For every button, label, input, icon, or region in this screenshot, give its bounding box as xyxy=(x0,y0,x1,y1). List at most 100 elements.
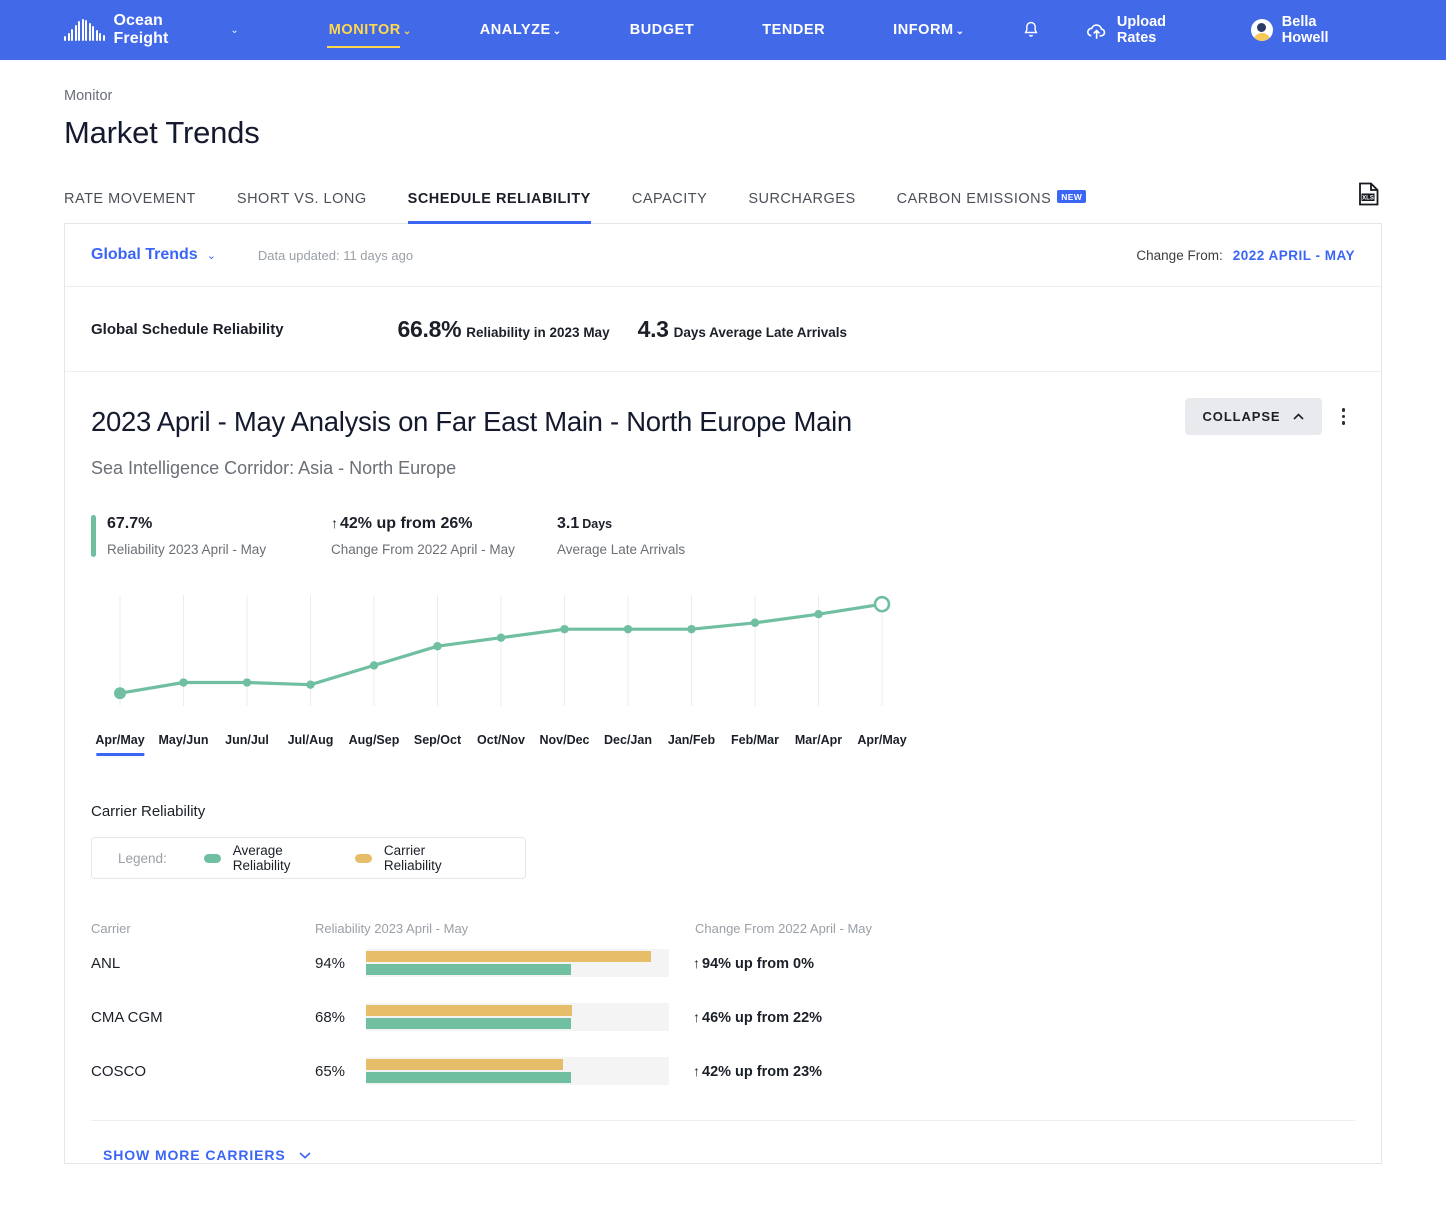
chevron-down-icon xyxy=(299,1151,311,1159)
carrier-bar-group xyxy=(366,1057,669,1085)
change-from-value[interactable]: 2022 APRIL - MAY xyxy=(1233,248,1355,263)
chevron-down-icon[interactable]: ⌄ xyxy=(207,249,216,262)
chevron-down-icon: ⌄ xyxy=(552,26,562,37)
nav-link-tender[interactable]: TENDER xyxy=(760,16,827,44)
more-options-icon[interactable] xyxy=(1332,402,1356,431)
carrier-reliability-title: Carrier Reliability xyxy=(91,803,206,820)
metric-change: ↑ 42% up from 26% Change From 2022 April … xyxy=(331,515,557,557)
nav-link-inform[interactable]: INFORM ⌄ xyxy=(891,16,966,44)
chevron-down-icon: ⌄ xyxy=(230,24,239,36)
tab-list: RATE MOVEMENT SHORT VS. LONG SCHEDULE RELI… xyxy=(64,190,1127,224)
global-late-arrivals-stat: 4.3 Days Average Late Arrivals xyxy=(638,316,847,343)
collapse-button[interactable]: COLLAPSE xyxy=(1184,398,1322,435)
nav-link-monitor[interactable]: MONITOR ⌄ xyxy=(326,16,414,48)
chevron-up-icon xyxy=(1292,413,1304,420)
carrier-reliability-bar xyxy=(366,1005,572,1016)
legend-item-carrier: Carrier Reliability xyxy=(354,843,463,873)
carrier-reliability-bar xyxy=(366,1059,563,1070)
tab-capacity[interactable]: CAPACITY xyxy=(632,191,707,223)
carrier-change-text: ↑ 42% up from 23% xyxy=(693,1062,823,1080)
page-title: Market Trends xyxy=(64,115,260,150)
carrier-reliability-pct: 94% xyxy=(315,954,346,972)
carrier-change-text: ↑ 46% up from 22% xyxy=(693,1008,823,1026)
x-axis-label[interactable]: May/Jun xyxy=(158,733,208,756)
legend-item-label: Carrier Reliability xyxy=(383,843,442,873)
x-axis-label[interactable]: Jul/Aug xyxy=(288,733,334,756)
tab-surcharges[interactable]: SURCHARGES xyxy=(748,191,855,223)
x-axis-label[interactable]: Apr/May xyxy=(95,733,144,756)
bell-icon xyxy=(1024,21,1038,37)
show-more-carriers-button[interactable]: SHOW MORE CARRIERS xyxy=(91,1120,1355,1163)
carrier-reliability-pct: 65% xyxy=(315,1062,346,1080)
upload-rates-button[interactable]: Upload Rates xyxy=(1063,14,1229,46)
column-header-carrier: Carrier xyxy=(91,921,131,936)
legend-item-average: Average Reliability xyxy=(203,843,319,873)
metric-late-caption: Average Late Arrivals xyxy=(557,542,686,557)
x-axis-label[interactable]: Apr/May xyxy=(857,733,906,756)
average-reliability-bar xyxy=(366,1018,572,1029)
show-more-carriers-label: SHOW MORE CARRIERS xyxy=(103,1147,286,1163)
x-axis-label[interactable]: Jan/Feb xyxy=(668,733,715,756)
nav-link-analyze[interactable]: ANALYZE ⌄ xyxy=(478,16,564,44)
top-navigation-bar: Ocean Freight ⌄ MONITOR ⌄ ANALYZE ⌄ BUDGET… xyxy=(0,0,1446,60)
market-trends-card: Global Trends ⌄ Data updated: 11 days ag… xyxy=(64,224,1382,1164)
reliability-line-chart: Apr/May May/Jun Jun/Jul Jul/Aug Aug/Sep Sep/O… xyxy=(91,579,1355,763)
page-body: Monitor Market Trends RATE MOVEMENT SHORT… xyxy=(0,88,1446,1164)
carrier-change-text: ↑ 94% up from 0% xyxy=(693,954,814,972)
brand-label: Ocean Freight xyxy=(113,12,169,47)
nav-right-group: Upload Rates Bella Howell xyxy=(999,14,1386,46)
chevron-down-icon: ⌄ xyxy=(402,26,412,37)
table-row[interactable]: ANL 94% ↑ 94% up from 0% xyxy=(91,936,1355,990)
table-row[interactable]: COSCO 65% ↑ 42% up from 23% xyxy=(91,1044,1355,1098)
collapse-label: COLLAPSE xyxy=(1202,409,1281,424)
user-menu[interactable]: Bella Howell xyxy=(1229,14,1386,46)
carrier-bar-group xyxy=(366,1003,669,1031)
user-name-label: Bella Howell xyxy=(1281,14,1329,46)
export-xls-button[interactable]: XLS xyxy=(1358,182,1380,211)
brand-menu[interactable]: Ocean Freight ⌄ xyxy=(64,12,239,48)
x-axis-label[interactable]: Jun/Jul xyxy=(225,733,269,756)
tab-carbon-emissions[interactable]: CARBON EMISSIONS NEW xyxy=(897,190,1087,223)
metric-reliability-caption: Reliability 2023 April - May xyxy=(107,542,267,557)
carrier-name: COSCO xyxy=(91,1062,147,1080)
metric-late-arrivals: 3.1 Days Average Late Arrivals xyxy=(557,515,685,557)
change-from-label: Change From: xyxy=(1136,247,1223,263)
column-header-change: Change From 2022 April - May xyxy=(695,921,873,936)
global-trends-dropdown[interactable]: Global Trends xyxy=(91,246,198,264)
x-axis-label[interactable]: Aug/Sep xyxy=(349,733,400,756)
analysis-actions: COLLAPSE xyxy=(1184,398,1356,435)
arrow-up-icon: ↑ xyxy=(693,1008,700,1025)
carrier-table-body: ANL 94% ↑ 94% up from 0% CMA CGM 68% ↑ 46% up f… xyxy=(91,936,1355,1098)
arrow-up-icon: ↑ xyxy=(693,1062,700,1079)
data-updated-text: Data updated: 11 days ago xyxy=(257,247,414,263)
primary-nav-links: MONITOR ⌄ ANALYZE ⌄ BUDGET TENDER INFORM ⌄ xyxy=(295,16,999,48)
line-chart-svg xyxy=(114,595,891,706)
tab-short-vs-long[interactable]: SHORT VS. LONG xyxy=(237,191,367,223)
metric-change-text: 42% up from 26% xyxy=(340,515,473,532)
carrier-table-header: Carrier Reliability 2023 April - May Cha… xyxy=(91,921,1355,936)
arrow-up-icon: ↑ xyxy=(693,954,700,971)
x-axis-label[interactable]: Oct/Nov xyxy=(477,733,525,756)
chevron-down-icon: ⌄ xyxy=(955,26,965,37)
global-reliability-value: 66.8% xyxy=(397,315,462,342)
carrier-bar-group xyxy=(366,949,669,977)
global-stats-bar: Global Schedule Reliability 66.8% Reliab… xyxy=(65,287,1381,372)
x-axis-label[interactable]: Sep/Oct xyxy=(414,733,461,756)
cloud-upload-icon xyxy=(1086,24,1105,39)
legend-color-swatch xyxy=(203,853,221,863)
tab-rate-movement[interactable]: RATE MOVEMENT xyxy=(64,191,196,223)
x-axis-label[interactable]: Nov/Dec xyxy=(539,733,589,756)
svg-text:XLS: XLS xyxy=(1362,195,1374,201)
metric-late-number: 3.1 xyxy=(557,515,580,532)
analysis-panel: 2023 April - May Analysis on Far East Ma… xyxy=(65,372,1381,1163)
x-axis-label[interactable]: Mar/Apr xyxy=(795,733,842,756)
nav-link-budget[interactable]: BUDGET xyxy=(628,16,697,44)
global-schedule-reliability-label: Global Schedule Reliability xyxy=(91,320,284,338)
upload-rates-label: Upload Rates xyxy=(1116,14,1167,46)
x-axis-label[interactable]: Dec/Jan xyxy=(604,733,652,756)
chart-x-axis-labels: Apr/May May/Jun Jun/Jul Jul/Aug Aug/Sep Sep/O… xyxy=(91,733,1355,763)
notifications-button[interactable] xyxy=(999,20,1063,40)
x-axis-label[interactable]: Feb/Mar xyxy=(731,733,779,756)
table-row[interactable]: CMA CGM 68% ↑ 46% up from 22% xyxy=(91,990,1355,1044)
tab-schedule-reliability[interactable]: SCHEDULE RELIABILITY xyxy=(407,191,592,224)
